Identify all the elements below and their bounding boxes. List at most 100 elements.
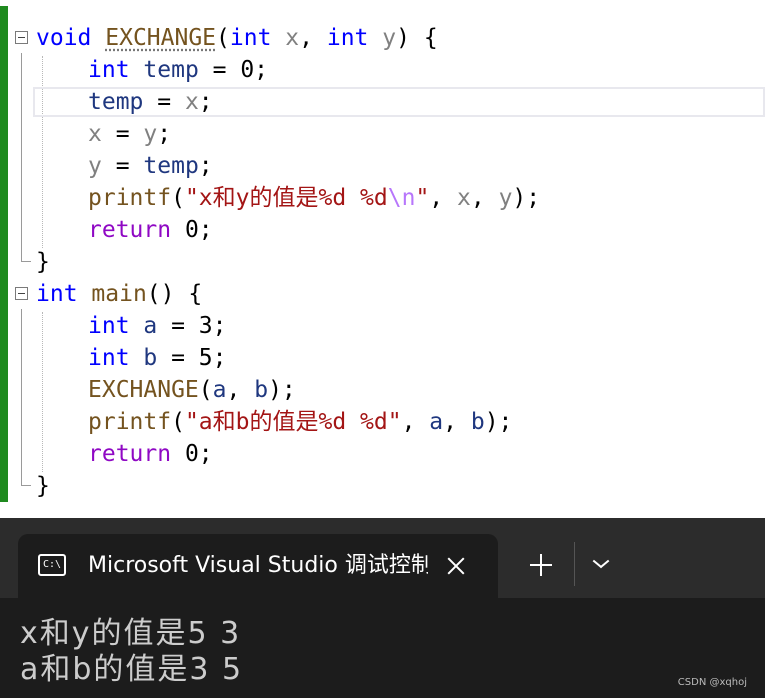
code-line-current[interactable]: temp = x;	[0, 86, 765, 118]
chevron-down-icon[interactable]	[592, 558, 610, 570]
console-icon-label: C:\	[43, 559, 62, 570]
code-token: (	[216, 25, 230, 51]
debug-console-window[interactable]: C:\ Microsoft Visual Studio 调试控制台 x和y的值是…	[0, 518, 765, 698]
code-token: temp	[88, 89, 144, 115]
code-lines[interactable]: void EXCHANGE(int x, int y) { int temp =…	[0, 22, 765, 502]
code-token: "	[415, 185, 430, 211]
code-token: 0;	[171, 217, 213, 243]
code-text: EXCHANGE(a, b);	[88, 374, 296, 406]
code-token: ,	[401, 409, 430, 435]
code-token: a	[212, 377, 227, 403]
code-token: int	[36, 281, 78, 307]
code-line[interactable]: int b = 5;	[0, 342, 765, 374]
close-icon[interactable]	[444, 554, 468, 578]
code-text: }	[36, 470, 50, 502]
code-token: return	[88, 217, 172, 243]
collapse-toggle-icon[interactable]	[15, 287, 28, 300]
code-token: ,	[429, 185, 457, 211]
code-line[interactable]: EXCHANGE(a, b);	[0, 374, 765, 406]
code-line[interactable]: return 0;	[0, 214, 765, 246]
plus-icon[interactable]	[530, 554, 552, 576]
console-output[interactable]: x和y的值是5 3 a和b的值是3 5	[20, 616, 765, 698]
tab-divider	[574, 542, 575, 586]
code-token: (	[171, 185, 185, 211]
code-token: "x和y的值是%d %d	[184, 185, 388, 211]
code-token: \n	[387, 185, 416, 211]
console-icon: C:\	[38, 554, 66, 576]
collapse-toggle-icon[interactable]	[15, 31, 28, 44]
code-token: void	[36, 25, 92, 51]
code-token: );	[512, 185, 541, 211]
code-token: 0;	[171, 441, 213, 467]
code-line[interactable]: int main() {	[0, 278, 765, 310]
code-token: x	[457, 185, 471, 211]
code-token: return	[88, 441, 172, 467]
code-token: printf	[88, 185, 172, 211]
output-line: a和b的值是3 5	[20, 652, 244, 687]
code-token: =	[101, 153, 144, 179]
code-token: );	[484, 409, 513, 435]
code-line[interactable]: printf("a和b的值是%d %d", a, b);	[0, 406, 765, 438]
code-token: = 0;	[198, 57, 269, 83]
code-token: a	[143, 313, 158, 339]
code-line[interactable]: return 0;	[0, 438, 765, 470]
code-token: }	[36, 473, 50, 499]
code-token: ;	[198, 89, 213, 115]
code-line[interactable]: void EXCHANGE(int x, int y) {	[0, 22, 765, 54]
code-token: ) {	[396, 25, 438, 51]
code-text: printf("a和b的值是%d %d", a, b);	[88, 406, 512, 438]
code-token: temp	[143, 153, 199, 179]
code-token: ;	[198, 153, 213, 179]
code-token: ;	[157, 121, 172, 147]
code-token: int	[88, 345, 130, 371]
code-token: int	[229, 25, 272, 51]
code-token: ,	[470, 185, 499, 211]
code-token: ,	[226, 377, 255, 403]
code-line[interactable]: x = y;	[0, 118, 765, 150]
code-token: x	[184, 89, 199, 115]
code-line[interactable]: y = temp;	[0, 150, 765, 182]
code-token: =	[101, 121, 144, 147]
code-editor[interactable]: void EXCHANGE(int x, int y) { int temp =…	[0, 0, 765, 518]
code-token: ,	[443, 409, 471, 435]
code-text: int a = 3;	[88, 310, 227, 342]
code-text: }	[36, 246, 50, 278]
code-token: = 3;	[157, 313, 227, 339]
code-token: (	[198, 377, 213, 403]
code-token: b	[470, 409, 485, 435]
code-token: );	[268, 377, 296, 403]
code-token: b	[143, 345, 158, 371]
code-text: int main() {	[36, 278, 202, 310]
code-line[interactable]: }	[0, 246, 765, 278]
code-token: ,	[299, 25, 327, 51]
watermark: CSDN @xqhoj	[675, 677, 749, 688]
tab-debug-console[interactable]: C:\ Microsoft Visual Studio 调试控制台	[18, 534, 498, 598]
code-token: int	[88, 57, 130, 83]
code-token: EXCHANGE	[88, 377, 199, 403]
code-line[interactable]: int temp = 0;	[0, 54, 765, 86]
code-token: }	[36, 249, 50, 275]
code-line[interactable]: }	[0, 470, 765, 502]
code-token: printf	[88, 409, 172, 435]
code-token: = 5;	[157, 345, 227, 371]
code-token: x	[285, 25, 300, 51]
code-token: "a和b的值是%d %d"	[184, 409, 402, 435]
code-token: () {	[146, 281, 203, 307]
code-token: main	[91, 281, 147, 307]
code-text: y = temp;	[88, 150, 213, 182]
code-token: y	[88, 153, 102, 179]
code-token: int	[88, 313, 130, 339]
code-token: (	[171, 409, 185, 435]
code-token: int	[326, 25, 369, 51]
code-line[interactable]: printf("x和y的值是%d %d\n", x, y);	[0, 182, 765, 214]
tab-title: Microsoft Visual Studio 调试控制台	[88, 553, 428, 578]
code-line[interactable]: int a = 3;	[0, 310, 765, 342]
code-token: y	[143, 121, 158, 147]
terminal-tab-bar: C:\ Microsoft Visual Studio 调试控制台	[0, 518, 765, 598]
